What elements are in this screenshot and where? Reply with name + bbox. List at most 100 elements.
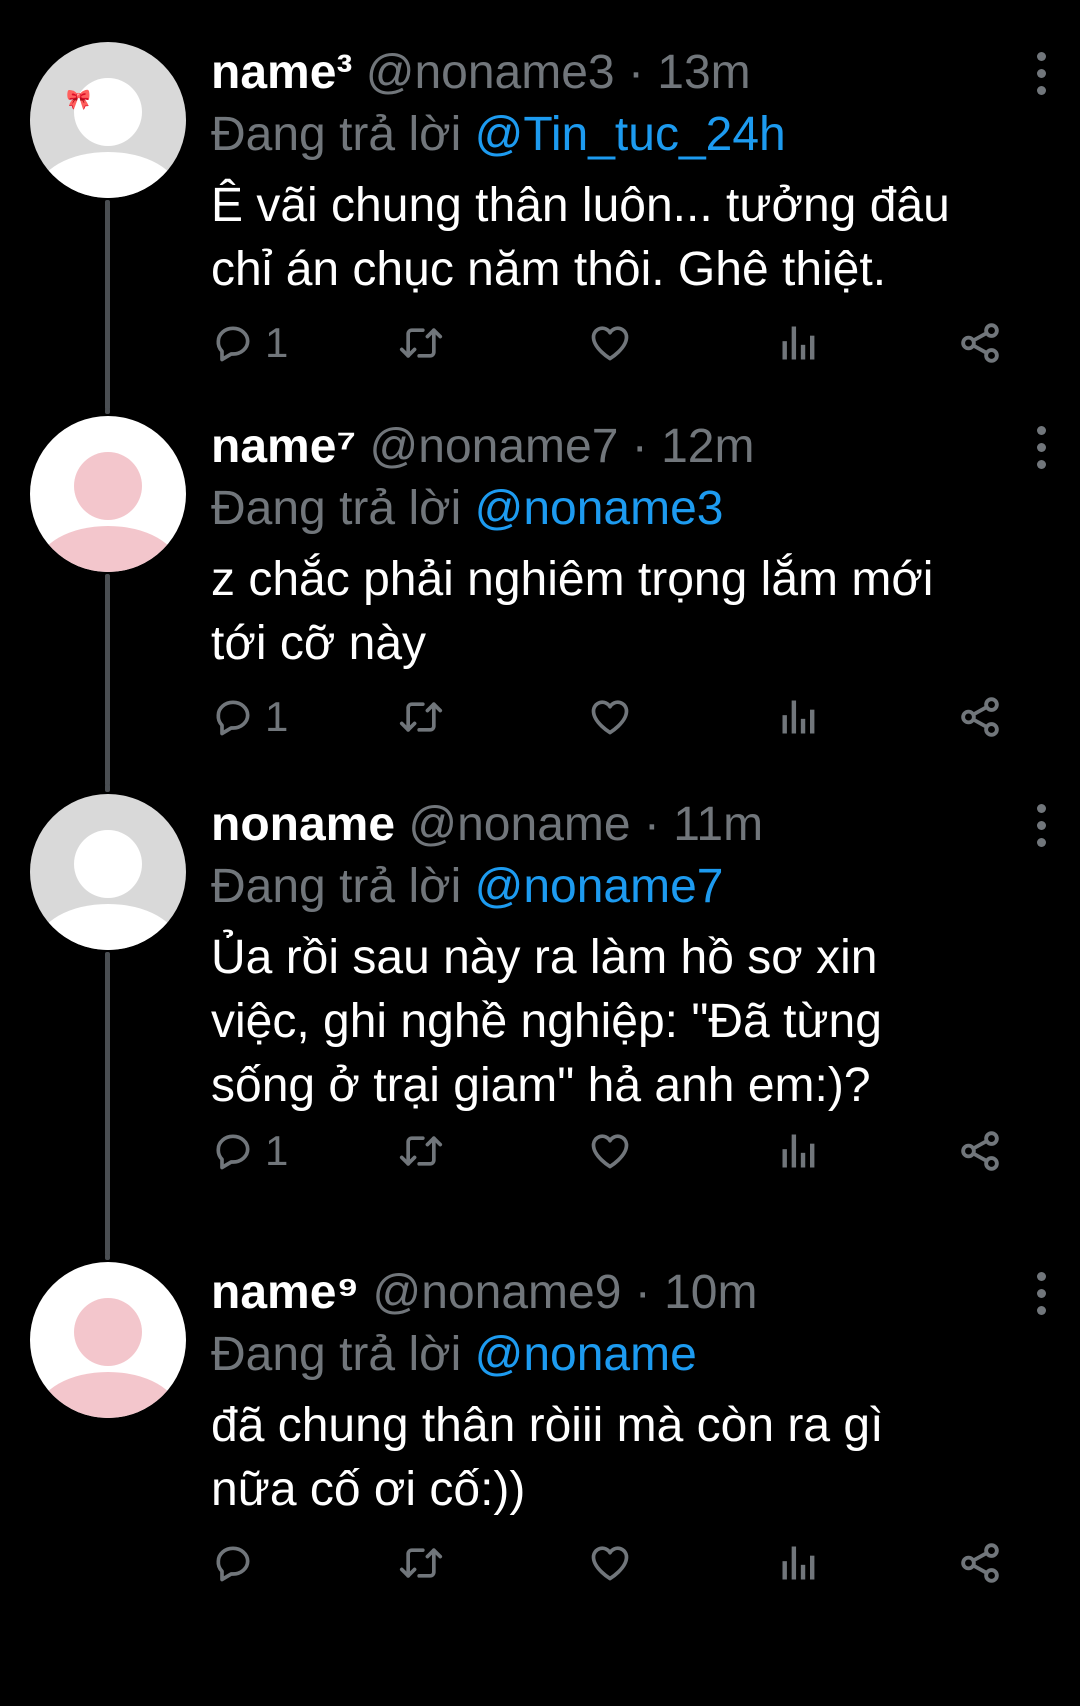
tweet-text-line: Ủa rồi sau này ra làm hồ sơ xin [211, 931, 878, 984]
tweet[interactable]: 🎀 name³ @noname3 · 13m Đang trả lời @Tin… [0, 0, 1080, 410]
heart-icon [591, 326, 629, 361]
retweet-button[interactable] [397, 1538, 445, 1588]
reply-button[interactable]: 1 [211, 1126, 288, 1176]
more-vertical-icon[interactable] [1031, 52, 1051, 96]
avatar-body-shape [38, 526, 178, 572]
replying-to: Đang trả lời @noname [211, 1324, 1051, 1386]
reply-button[interactable]: 1 [211, 692, 288, 742]
timestamp[interactable]: 12m [661, 420, 754, 473]
display-name[interactable]: name³ [211, 46, 352, 99]
more-vertical-icon[interactable] [1031, 804, 1051, 848]
user-handle[interactable]: @noname3 [366, 46, 615, 99]
timestamp[interactable]: 10m [664, 1266, 757, 1319]
share-button[interactable] [957, 1126, 1003, 1176]
avatar-column: 🎀 [30, 42, 186, 198]
reply-count: 1 [265, 1127, 289, 1174]
reply-button[interactable] [211, 1538, 265, 1588]
reply-bubble-icon [216, 326, 250, 362]
replying-to-mention[interactable]: @noname7 [475, 860, 724, 913]
replying-to-mention[interactable]: @Tin_tuc_24h [475, 108, 786, 161]
retweet-button[interactable] [397, 318, 445, 368]
like-button[interactable] [587, 692, 633, 742]
like-button[interactable] [587, 318, 633, 368]
thread-connector [105, 952, 110, 1256]
views-button[interactable] [777, 692, 821, 742]
avatar-column [30, 416, 186, 572]
timestamp[interactable]: 13m [657, 46, 750, 99]
user-handle[interactable]: @noname9 [373, 1266, 622, 1319]
heart-icon [591, 700, 629, 735]
avatar[interactable] [30, 794, 186, 950]
share-button[interactable] [957, 692, 1003, 742]
replying-to-label: Đang trả lời [211, 108, 462, 161]
retweet-icon [399, 1136, 443, 1166]
tweet[interactable]: noname @noname · 11m Đang trả lời @nonam… [0, 784, 1080, 1256]
thread-connector [105, 408, 110, 414]
display-name[interactable]: noname [211, 798, 395, 851]
tweet-text: đã chung thân ròiii mà còn ra gì nữa cố … [211, 1394, 1051, 1522]
header-separator: · [643, 798, 660, 851]
replying-to-mention[interactable]: @noname [475, 1328, 697, 1381]
header-separator: · [634, 1266, 651, 1319]
avatar[interactable]: 🎀 [30, 42, 186, 198]
user-handle[interactable]: @noname7 [370, 420, 619, 473]
display-name[interactable]: name⁷ [211, 420, 356, 473]
action-bar [211, 1538, 1011, 1588]
tweet-text-line: tới cỡ này [211, 617, 427, 670]
reply-bubble-icon [216, 1546, 250, 1582]
display-name[interactable]: name⁹ [211, 1266, 359, 1319]
replying-to: Đang trả lời @noname3 [211, 478, 1051, 540]
views-button[interactable] [777, 318, 821, 368]
tweet-text-line: z chắc phải nghiêm trọng lắm mới [211, 553, 934, 606]
avatar-body-shape [38, 1372, 178, 1418]
tweet-content: noname @noname · 11m Đang trả lời @nonam… [211, 794, 1051, 1118]
heart-icon [591, 1546, 629, 1581]
replying-to-label: Đang trả lời [211, 482, 462, 535]
bow-icon: 🎀 [66, 89, 91, 111]
retweet-icon [399, 328, 443, 358]
heart-icon [591, 1134, 629, 1169]
tweet[interactable]: name⁹ @noname9 · 10m Đang trả lời @nonam… [0, 1254, 1080, 1706]
avatar-column [30, 1262, 186, 1418]
action-bar: 1 [211, 318, 1011, 368]
share-button[interactable] [957, 318, 1003, 368]
header-separator: · [631, 420, 648, 473]
views-button[interactable] [777, 1126, 821, 1176]
tweet-header: noname @noname · 11m [211, 794, 1051, 856]
avatar[interactable] [30, 1262, 186, 1418]
bar-chart-icon [782, 1546, 815, 1580]
retweet-button[interactable] [397, 692, 445, 742]
avatar-head-shape [74, 1298, 142, 1366]
avatar-head-shape [74, 830, 142, 898]
header-separator: · [627, 46, 644, 99]
tweet-text-line: Ê vãi chung thân luôn... tưởng đâu [211, 179, 950, 232]
views-button[interactable] [777, 1538, 821, 1588]
more-vertical-icon[interactable] [1031, 1272, 1051, 1316]
tweet-header: name⁷ @noname7 · 12m [211, 416, 1051, 478]
bar-chart-icon [782, 326, 815, 360]
user-handle[interactable]: @noname [408, 798, 630, 851]
tweet-text: z chắc phải nghiêm trọng lắm mới tới cỡ … [211, 548, 1051, 676]
like-button[interactable] [587, 1538, 633, 1588]
timestamp[interactable]: 11m [673, 798, 763, 851]
reply-count: 1 [265, 693, 289, 740]
reply-bubble-icon [216, 700, 250, 736]
action-bar: 1 [211, 1126, 1011, 1176]
reply-count: 1 [265, 319, 289, 366]
tweet-content: name⁹ @noname9 · 10m Đang trả lời @nonam… [211, 1262, 1051, 1522]
more-vertical-icon[interactable] [1031, 426, 1051, 470]
retweet-button[interactable] [397, 1126, 445, 1176]
share-icon [961, 1543, 999, 1583]
tweet-content: name³ @noname3 · 13m Đang trả lời @Tin_t… [211, 42, 1051, 302]
share-button[interactable] [957, 1538, 1003, 1588]
replying-to: Đang trả lời @Tin_tuc_24h [211, 104, 1051, 166]
tweet-text: Ê vãi chung thân luôn... tưởng đâu chỉ á… [211, 174, 1051, 302]
thread-connector [105, 784, 110, 792]
replying-to-mention[interactable]: @noname3 [475, 482, 724, 535]
tweet[interactable]: name⁷ @noname7 · 12m Đang trả lời @nonam… [0, 408, 1080, 786]
avatar[interactable] [30, 416, 186, 572]
reply-button[interactable]: 1 [211, 318, 288, 368]
like-button[interactable] [587, 1126, 633, 1176]
tweet-header: name⁹ @noname9 · 10m [211, 1262, 1051, 1324]
tweet-content: name⁷ @noname7 · 12m Đang trả lời @nonam… [211, 416, 1051, 676]
